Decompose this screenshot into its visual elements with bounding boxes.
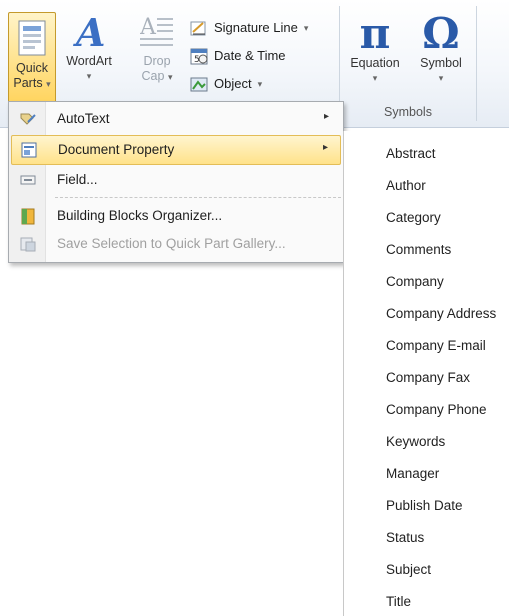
menu-item-save-selection[interactable]: Save Selection to Quick Part Gallery... [11,230,341,258]
menu-item-label: Building Blocks Organizer... [57,208,223,223]
submenu-item-publish-date[interactable]: Publish Date [386,498,463,513]
submenu-item-category[interactable]: Category [386,210,441,225]
date-time-icon: 5 [190,47,208,65]
submenu-item-status[interactable]: Status [386,530,424,545]
submenu-item-title[interactable]: Title [386,594,411,609]
quick-parts-icon [15,19,49,59]
submenu-item-abstract[interactable]: Abstract [386,146,436,161]
object-button[interactable]: Object ▾ [190,70,308,98]
chevron-down-icon: ▾ [46,79,51,89]
submenu-item-subject[interactable]: Subject [386,562,431,577]
quick-parts-label-1: Quick [16,61,48,75]
drop-cap-label-1: Drop [143,54,171,68]
menu-item-autotext[interactable]: AutoText ▸ [11,105,341,133]
document-property-icon [20,141,38,159]
menu-separator [55,197,341,198]
drop-cap-icon: A [139,12,174,52]
chevron-down-icon: ▾ [438,73,444,83]
submenu-item-company[interactable]: Company [386,274,444,289]
drop-cap-label-2: Cap [141,69,165,83]
svg-text:A: A [140,15,157,40]
symbol-label: Symbol [420,56,462,70]
chevron-right-icon: ▸ [323,111,329,122]
equation-label: Equation [350,56,400,70]
menu-item-label: AutoText [57,111,110,126]
submenu-item-company-fax[interactable]: Company Fax [386,370,470,385]
symbol-button[interactable]: Ω Symbol ▾ [412,12,470,86]
chevron-down-icon: ▾ [86,71,92,81]
chevron-down-icon: ▾ [303,23,309,33]
omega-icon: Ω [422,9,460,58]
quick-parts-button[interactable]: Quick Parts ▾ [8,12,56,104]
autotext-icon [19,110,37,128]
text-small-buttons: Signature Line ▾ 5 Date & Time Object ▾ [190,14,308,98]
equation-button[interactable]: π Equation ▾ [346,12,404,86]
chevron-down-icon: ▾ [257,79,263,89]
object-label: Object [214,76,252,91]
wordart-label: WordArt [66,54,112,68]
date-time-label: Date & Time [214,48,286,63]
menu-item-label: Document Property [58,142,175,157]
menu-item-field[interactable]: Field... [11,166,341,194]
drop-cap-button[interactable]: A Drop Cap ▾ [132,12,182,85]
submenu-item-author[interactable]: Author [386,178,426,193]
chevron-down-icon: ▾ [167,72,173,82]
signature-line-button[interactable]: Signature Line ▾ [190,14,308,42]
submenu-item-comments[interactable]: Comments [386,242,451,257]
signature-line-icon [190,19,208,37]
group-separator [476,6,477,121]
symbols-group: π Equation ▾ Ω Symbol ▾ Symbols [340,0,476,127]
signature-line-label: Signature Line [214,20,298,35]
submenu-item-keywords[interactable]: Keywords [386,434,445,449]
submenu-item-company-address[interactable]: Company Address [386,306,496,321]
quick-parts-label-2: Parts [13,76,43,90]
save-selection-icon [19,235,37,253]
wordart-icon: A [72,10,106,55]
submenu-item-manager[interactable]: Manager [386,466,439,481]
building-blocks-icon [19,207,37,225]
date-time-button[interactable]: 5 Date & Time [190,42,308,70]
menu-item-building-blocks[interactable]: Building Blocks Organizer... [11,202,341,230]
chevron-down-icon: ▾ [372,73,378,83]
menu-item-label: Field... [57,172,98,187]
field-icon [19,171,37,189]
pi-icon: π [359,9,391,58]
wordart-button[interactable]: A WordArt ▾ [64,10,114,84]
chevron-right-icon: ▸ [322,142,328,153]
object-icon [190,75,208,93]
submenu-item-company-phone[interactable]: Company Phone [386,402,487,417]
menu-item-document-property[interactable]: Document Property ▸ [11,135,341,165]
submenu-item-company-email[interactable]: Company E-mail [386,338,486,353]
menu-item-label: Save Selection to Quick Part Gallery... [57,236,286,251]
quick-parts-menu: AutoText ▸ Document Property ▸ Field... … [8,101,344,263]
document-property-submenu: Abstract Author Category Comments Compan… [343,131,509,616]
svg-text:A: A [73,12,105,52]
symbols-group-label: Symbols [384,105,432,119]
